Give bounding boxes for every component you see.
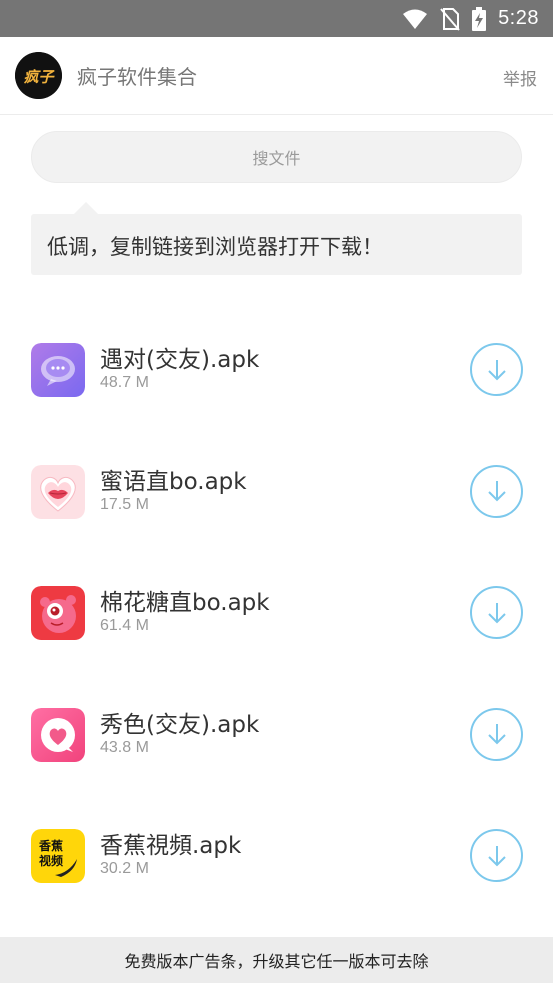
chat-bubble-app-icon bbox=[31, 343, 85, 397]
icon-text: 视频 bbox=[39, 853, 63, 868]
battery-charging-icon bbox=[472, 6, 487, 31]
file-size: 30.2 M bbox=[100, 860, 149, 877]
arrow-down-icon bbox=[487, 724, 506, 745]
status-bar: 5:28 bbox=[0, 0, 553, 37]
wifi-icon bbox=[403, 9, 428, 29]
file-item[interactable]: 遇对(交友).apk 48.7 M bbox=[0, 309, 553, 431]
banana-video-app-icon: 香蕉 视频 bbox=[31, 829, 85, 883]
pink-heart-app-icon bbox=[31, 707, 85, 762]
icon-text: 香蕉 bbox=[38, 838, 63, 853]
file-list: 遇对(交友).apk 48.7 M 蜜语直bo.apk 17.5 M 棉花糖直b… bbox=[0, 309, 553, 917]
file-size: 48.7 M bbox=[100, 374, 149, 391]
file-name: 秀色(交友).apk bbox=[100, 711, 260, 738]
arrow-down-icon bbox=[487, 481, 506, 502]
page-title: 疯子软件集合 bbox=[77, 65, 197, 89]
app-header: 疯子 疯子软件集合 举报 bbox=[0, 37, 553, 115]
red-monster-app-icon bbox=[31, 586, 85, 640]
download-button[interactable] bbox=[470, 707, 523, 761]
file-item[interactable]: 蜜语直bo.apk 17.5 M bbox=[0, 431, 553, 553]
status-time: 5:28 bbox=[498, 7, 539, 29]
logo-text: 疯子 bbox=[23, 68, 55, 86]
notice-banner: 低调，复制链接到浏览器打开下载！ bbox=[31, 202, 522, 275]
file-name: 蜜语直bo.apk bbox=[100, 468, 247, 495]
file-name: 棉花糖直bo.apk bbox=[100, 590, 270, 616]
file-name: 遇对(交友).apk bbox=[100, 347, 260, 373]
arrow-down-icon bbox=[487, 845, 506, 866]
notice-pointer bbox=[74, 202, 98, 214]
notice-text: 低调，复制链接到浏览器打开下载！ bbox=[47, 235, 383, 259]
logo-graphic: 疯子 bbox=[15, 52, 62, 99]
ad-text: 免费版本广告条，升级其它任一版本可去除 bbox=[124, 952, 429, 971]
no-sim-icon bbox=[440, 7, 460, 31]
file-item[interactable]: 棉花糖直bo.apk 61.4 M bbox=[0, 552, 553, 674]
download-button[interactable] bbox=[470, 464, 523, 518]
download-button[interactable] bbox=[470, 343, 523, 396]
file-item[interactable]: 香蕉 视频 香蕉視頻.apk 30.2 M bbox=[0, 795, 553, 917]
arrow-down-icon bbox=[487, 602, 506, 623]
download-button[interactable] bbox=[470, 829, 523, 882]
search-input[interactable]: 搜文件 bbox=[31, 131, 522, 183]
file-size: 61.4 M bbox=[100, 617, 149, 634]
file-name: 香蕉視頻.apk bbox=[100, 833, 242, 859]
file-size: 17.5 M bbox=[100, 495, 149, 513]
arrow-down-icon bbox=[487, 359, 506, 380]
report-button[interactable]: 举报 bbox=[503, 65, 537, 90]
ad-banner[interactable]: 免费版本广告条，升级其它任一版本可去除 bbox=[0, 937, 553, 983]
status-icons: 5:28 bbox=[402, 0, 539, 37]
download-button[interactable] bbox=[470, 586, 523, 639]
search-placeholder: 搜文件 bbox=[252, 149, 301, 168]
file-item[interactable]: 秀色(交友).apk 43.8 M bbox=[0, 674, 553, 796]
file-size: 43.8 M bbox=[100, 738, 149, 756]
heart-lips-app-icon bbox=[31, 464, 85, 519]
app-logo: 疯子 bbox=[15, 52, 62, 99]
